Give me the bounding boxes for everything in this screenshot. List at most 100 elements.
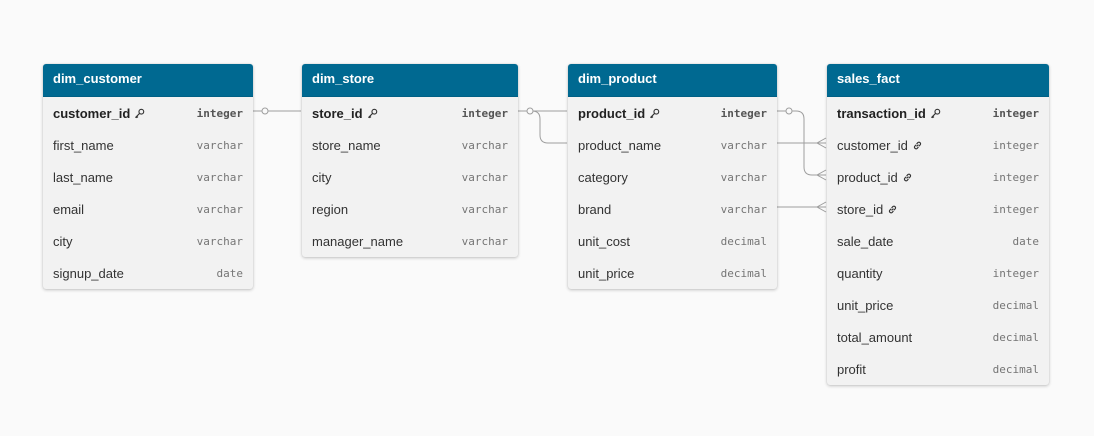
column-row[interactable]: store_name varchar bbox=[302, 129, 518, 161]
table-sales-fact[interactable]: sales_fact transaction_id integer customer… bbox=[827, 64, 1049, 385]
column-row[interactable]: customer_id integer bbox=[827, 129, 1049, 161]
column-type: varchar bbox=[720, 202, 767, 216]
column-name-text: total_amount bbox=[837, 329, 913, 345]
column-name: customer_id bbox=[837, 138, 923, 153]
column-row[interactable]: brand varchar bbox=[568, 193, 777, 225]
column-row[interactable]: unit_price decimal bbox=[827, 289, 1049, 321]
column-name: product_id bbox=[578, 106, 660, 121]
column-name-text: email bbox=[53, 201, 85, 217]
column-row[interactable]: city varchar bbox=[302, 161, 518, 193]
column-name-text: first_name bbox=[53, 137, 114, 153]
column-name-text: quantity bbox=[837, 265, 883, 281]
column-name: quantity bbox=[837, 266, 883, 281]
column-row[interactable]: first_name varchar bbox=[43, 129, 253, 161]
column-row[interactable]: signup_date date bbox=[43, 257, 253, 289]
table-header[interactable]: dim_product bbox=[568, 64, 777, 97]
column-name-text: last_name bbox=[53, 169, 113, 185]
key-icon bbox=[367, 108, 378, 119]
column-row[interactable]: product_name varchar bbox=[568, 129, 777, 161]
table-dim-store[interactable]: dim_store store_id integer store_name varch… bbox=[302, 64, 518, 257]
column-type: varchar bbox=[720, 170, 767, 184]
key-icon bbox=[134, 108, 145, 119]
column-type: varchar bbox=[196, 170, 243, 184]
link-icon bbox=[912, 140, 923, 151]
column-row[interactable]: sale_date date bbox=[827, 225, 1049, 257]
column-type: date bbox=[216, 266, 244, 280]
many-marker bbox=[815, 169, 827, 181]
column-name-text: product_id bbox=[578, 105, 646, 121]
column-name-text: store_name bbox=[312, 137, 381, 153]
column-name: unit_price bbox=[578, 266, 634, 281]
column-name: store_name bbox=[312, 138, 381, 153]
column-row[interactable]: customer_id integer bbox=[43, 97, 253, 129]
column-row[interactable]: transaction_id integer bbox=[827, 97, 1049, 129]
column-type: decimal bbox=[720, 234, 767, 248]
column-type: integer bbox=[992, 266, 1039, 280]
column-name: city bbox=[312, 170, 332, 185]
column-type: varchar bbox=[720, 138, 767, 152]
column-row[interactable]: profit decimal bbox=[827, 353, 1049, 385]
column-row[interactable]: email varchar bbox=[43, 193, 253, 225]
column-row[interactable]: last_name varchar bbox=[43, 161, 253, 193]
column-type: decimal bbox=[992, 298, 1039, 312]
column-type: varchar bbox=[461, 170, 508, 184]
column-name: category bbox=[578, 170, 628, 185]
column-type: integer bbox=[992, 106, 1039, 120]
relationship-product-to-sales[interactable] bbox=[777, 110, 826, 176]
table-header[interactable]: dim_store bbox=[302, 64, 518, 97]
column-row[interactable]: product_id integer bbox=[827, 161, 1049, 193]
column-name: product_name bbox=[578, 138, 661, 153]
column-row[interactable]: manager_name varchar bbox=[302, 225, 518, 257]
column-name: sale_date bbox=[837, 234, 893, 249]
column-name: store_id bbox=[312, 106, 378, 121]
column-row[interactable]: unit_cost decimal bbox=[568, 225, 777, 257]
column-type: varchar bbox=[461, 234, 508, 248]
column-name: profit bbox=[837, 362, 866, 377]
column-type: varchar bbox=[196, 138, 243, 152]
column-type: decimal bbox=[992, 330, 1039, 344]
column-type: integer bbox=[720, 106, 767, 120]
many-marker bbox=[815, 201, 827, 213]
column-row[interactable]: quantity integer bbox=[827, 257, 1049, 289]
column-type: decimal bbox=[720, 266, 767, 280]
one-marker bbox=[785, 107, 793, 115]
column-name: total_amount bbox=[837, 330, 912, 345]
column-type: integer bbox=[992, 138, 1039, 152]
link-icon bbox=[887, 204, 898, 215]
column-type: varchar bbox=[196, 202, 243, 216]
column-name: city bbox=[53, 234, 73, 249]
column-row[interactable]: category varchar bbox=[568, 161, 777, 193]
table-header[interactable]: sales_fact bbox=[827, 64, 1049, 97]
column-name: customer_id bbox=[53, 106, 145, 121]
table-dim-product[interactable]: dim_product product_id integer product_nam… bbox=[568, 64, 777, 289]
column-name-text: unit_price bbox=[578, 265, 635, 281]
key-icon bbox=[930, 108, 941, 119]
column-row[interactable]: product_id integer bbox=[568, 97, 777, 129]
column-row[interactable]: city varchar bbox=[43, 225, 253, 257]
column-type: date bbox=[1012, 234, 1040, 248]
table-header[interactable]: dim_customer bbox=[43, 64, 253, 97]
column-name: product_id bbox=[837, 170, 913, 185]
column-name-text: signup_date bbox=[53, 265, 124, 281]
column-name-text: profit bbox=[837, 361, 866, 377]
column-name: brand bbox=[578, 202, 611, 217]
column-name: last_name bbox=[53, 170, 113, 185]
column-name: email bbox=[53, 202, 84, 217]
column-row[interactable]: store_id integer bbox=[827, 193, 1049, 225]
one-marker bbox=[526, 107, 534, 115]
column-type: varchar bbox=[461, 138, 508, 152]
column-name-text: brand bbox=[578, 201, 612, 217]
column-row[interactable]: store_id integer bbox=[302, 97, 518, 129]
column-type: varchar bbox=[196, 234, 243, 248]
column-row[interactable]: region varchar bbox=[302, 193, 518, 225]
column-row[interactable]: unit_price decimal bbox=[568, 257, 777, 289]
column-name: manager_name bbox=[312, 234, 403, 249]
column-row[interactable]: total_amount decimal bbox=[827, 321, 1049, 353]
link-icon bbox=[902, 172, 913, 183]
column-name-text: unit_price bbox=[837, 297, 894, 313]
column-type: integer bbox=[992, 202, 1039, 216]
one-marker bbox=[261, 107, 269, 115]
table-dim-customer[interactable]: dim_customer customer_id integer first_nam… bbox=[43, 64, 253, 289]
column-name-text: store_id bbox=[837, 201, 884, 217]
column-name-text: sale_date bbox=[837, 233, 894, 249]
